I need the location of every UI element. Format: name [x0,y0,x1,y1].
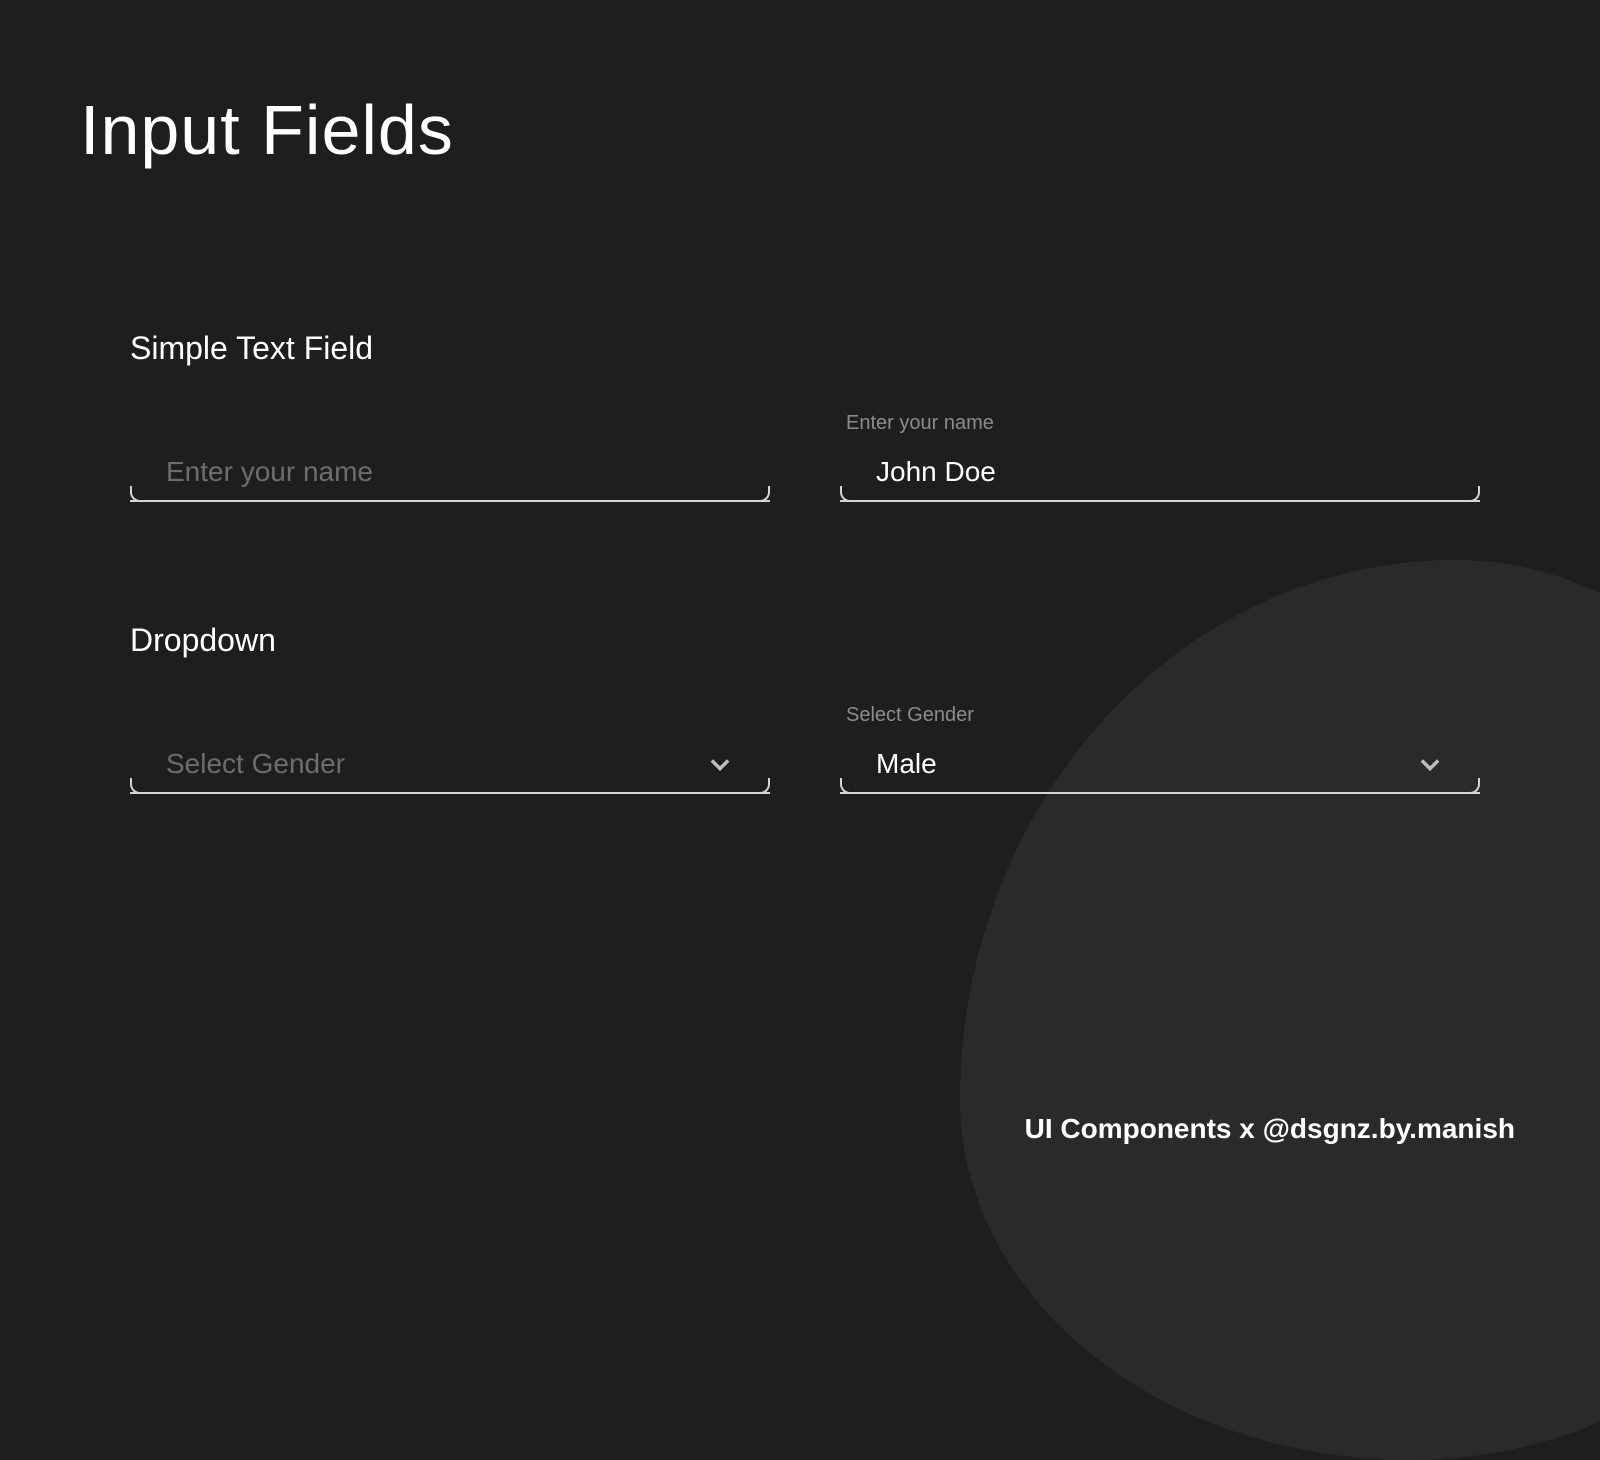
text-field-empty [130,412,770,502]
text-input-underline [130,444,770,502]
dropdown-row: Select Gender Select Gender Male [80,704,1520,794]
chevron-down-icon [1416,750,1444,778]
dropdown-underline[interactable]: Male [840,736,1480,794]
dropdown-filled-label: Select Gender [840,704,1480,730]
text-input-underline [840,444,1480,502]
footer-credit: UI Components x @dsgnz.by.manish [1025,1113,1515,1145]
gender-select-value: Male [876,748,1416,780]
gender-select-placeholder: Select Gender [166,748,706,780]
section-heading-dropdown: Dropdown [80,622,1520,659]
name-input-filled[interactable] [876,456,1444,488]
dropdown-field-empty: Select Gender [130,704,770,794]
section-heading-text-field: Simple Text Field [80,330,1520,367]
text-field-filled-label: Enter your name [840,412,1480,438]
text-field-filled: Enter your name [840,412,1480,502]
text-field-row: Enter your name [80,412,1520,502]
dropdown-field-filled: Select Gender Male [840,704,1480,794]
chevron-down-icon [706,750,734,778]
dropdown-underline[interactable]: Select Gender [130,736,770,794]
name-input-empty[interactable] [166,456,734,488]
page-title: Input Fields [80,90,1520,170]
